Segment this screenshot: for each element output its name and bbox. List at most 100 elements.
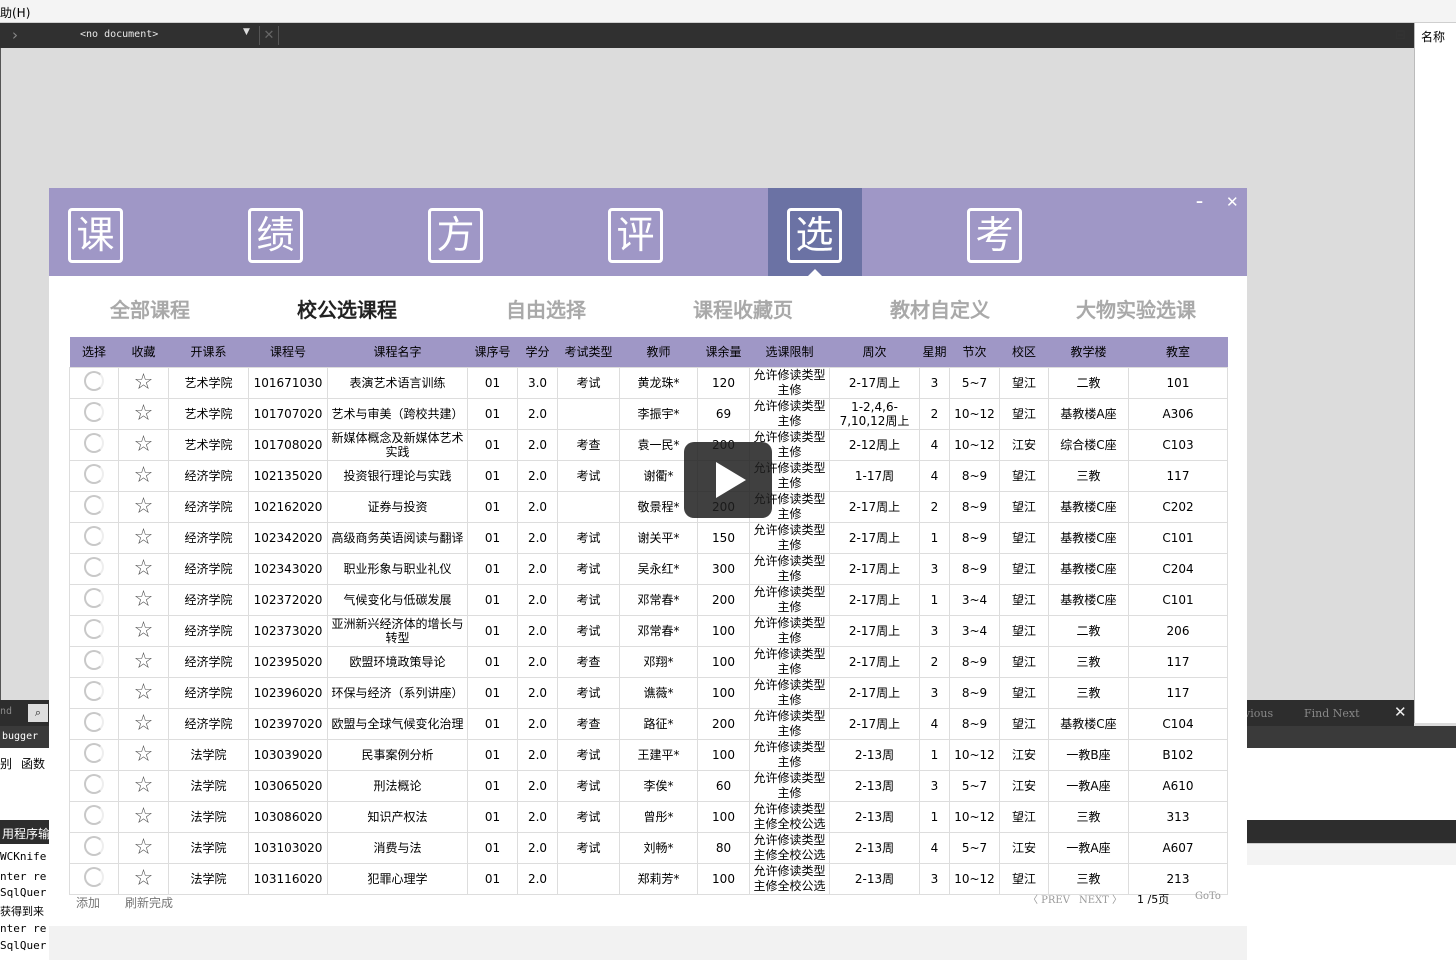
favorite-cell[interactable]: ☆	[118, 738, 169, 771]
table-row[interactable]: ☆ 法学院 103039020 民事案例分析 01 2.0 考试 王建平* 100 允许修读类型 …	[69, 738, 1228, 771]
favorite-cell[interactable]: ☆	[118, 707, 169, 740]
star-icon[interactable]: ☆	[134, 680, 154, 705]
table-row[interactable]: ☆ 经济学院 102342020 高级商务英语阅读与翻译 01 2.0 考试 谢关平* 150 允…	[69, 521, 1228, 554]
favorite-cell[interactable]: ☆	[118, 490, 169, 523]
star-icon[interactable]: ☆	[134, 556, 154, 581]
goto-button[interactable]: GoTo	[1195, 891, 1221, 902]
select-radio-icon[interactable]	[84, 371, 104, 391]
find-previous-button[interactable]: vious	[1244, 707, 1273, 720]
select-radio-icon[interactable]	[84, 495, 104, 515]
select-radio-icon[interactable]	[84, 743, 104, 763]
close-icon[interactable]: ✕	[1226, 193, 1239, 211]
tab-textbook[interactable]: 教材自定义	[890, 294, 990, 323]
select-cell[interactable]	[69, 397, 119, 430]
table-row[interactable]: ☆ 法学院 103065020 刑法概论 01 2.0 考试 李俟* 60 允许修读类型 主修 2-…	[69, 769, 1228, 802]
select-cell[interactable]	[69, 645, 119, 678]
nav-select[interactable]: 选	[768, 188, 862, 276]
select-cell[interactable]	[69, 521, 119, 554]
favorite-cell[interactable]: ☆	[118, 645, 169, 678]
tab-all-courses[interactable]: 全部课程	[110, 294, 190, 323]
table-row[interactable]: ☆ 经济学院 102343020 职业形象与职业礼仪 01 2.0 考试 吴永红* 300 允许修…	[69, 552, 1228, 585]
select-radio-icon[interactable]	[84, 464, 104, 484]
nav-courses[interactable]: 课	[49, 188, 143, 276]
tab-physics-lab[interactable]: 大物实验选课	[1076, 294, 1196, 323]
nav-exam[interactable]: 考	[948, 188, 1042, 276]
tab-bie[interactable]: 别	[0, 755, 12, 772]
find-next-button[interactable]: Find Next	[1304, 707, 1360, 720]
select-radio-icon[interactable]	[84, 433, 104, 453]
star-icon[interactable]: ☆	[134, 773, 154, 798]
table-row[interactable]: ☆ 艺术学院 101671030 表演艺术语言训练 01 3.0 考试 黄龙珠* 120 允许修读…	[69, 366, 1228, 399]
select-cell[interactable]	[69, 769, 119, 802]
menu-help[interactable]: 助(H)	[0, 4, 30, 21]
select-cell[interactable]	[69, 428, 119, 461]
table-row[interactable]: ☆ 经济学院 102373020 亚洲新兴经济体的增长与转型 01 2.0 考试 邓常春* 10…	[69, 614, 1228, 647]
select-radio-icon[interactable]	[84, 588, 104, 608]
favorite-cell[interactable]: ☆	[118, 428, 169, 461]
select-radio-icon[interactable]	[84, 774, 104, 794]
select-radio-icon[interactable]	[84, 805, 104, 825]
star-icon[interactable]: ☆	[134, 866, 154, 891]
split-view-icon[interactable]: ⊟	[1395, 28, 1406, 43]
select-radio-icon[interactable]	[84, 557, 104, 577]
tab-public-elective[interactable]: 校公选课程	[297, 294, 397, 323]
table-row[interactable]: ☆ 法学院 103103020 消费与法 01 2.0 考试 刘畅* 80 允许修读类型 主修全校…	[69, 831, 1228, 864]
favorite-cell[interactable]: ☆	[118, 366, 169, 399]
select-cell[interactable]	[69, 490, 119, 523]
star-icon[interactable]: ☆	[134, 649, 154, 674]
select-radio-icon[interactable]	[84, 619, 104, 639]
favorite-cell[interactable]: ☆	[118, 583, 169, 616]
favorite-cell[interactable]: ☆	[118, 397, 169, 430]
favorite-cell[interactable]: ☆	[118, 800, 169, 833]
search-icon[interactable]: ⌕	[28, 704, 48, 722]
table-row[interactable]: ☆ 法学院 103116020 犯罪心理学 01 2.0 郑莉芳* 100 允许修读类型 主修全…	[69, 862, 1228, 895]
table-row[interactable]: ☆ 经济学院 102372020 气候变化与低碳发展 01 2.0 考试 邓常春* 200 允许修…	[69, 583, 1228, 616]
star-icon[interactable]: ☆	[134, 432, 154, 457]
star-icon[interactable]: ☆	[134, 370, 154, 395]
star-icon[interactable]: ☆	[134, 463, 154, 488]
play-button[interactable]	[684, 442, 772, 518]
star-icon[interactable]: ☆	[134, 835, 154, 860]
select-radio-icon[interactable]	[84, 712, 104, 732]
star-icon[interactable]: ☆	[134, 711, 154, 736]
tab-functions[interactable]: 函数	[21, 755, 45, 772]
next-page-button[interactable]: NEXT 〉	[1079, 891, 1122, 906]
favorite-cell[interactable]: ☆	[118, 614, 169, 647]
table-row[interactable]: ☆ 经济学院 102395020 欧盟环境政策导论 01 2.0 考查 邓翔* 100 允许修读类…	[69, 645, 1228, 678]
document-selector[interactable]: <no document>	[80, 29, 158, 40]
favorite-cell[interactable]: ☆	[118, 521, 169, 554]
close-icon[interactable]: ✕	[1394, 703, 1407, 721]
select-cell[interactable]	[69, 583, 119, 616]
prev-page-button[interactable]: 〈 PREV	[1028, 891, 1070, 906]
page-current[interactable]: 1	[1137, 893, 1144, 906]
select-cell[interactable]	[69, 366, 119, 399]
table-row[interactable]: ☆ 经济学院 102397020 欧盟与全球气候变化治理 01 2.0 考查 路征* 200 允许…	[69, 707, 1228, 740]
table-row[interactable]: ☆ 经济学院 102396020 环保与经济（系列讲座） 01 2.0 考试 谯薇* 100 允许…	[69, 676, 1228, 709]
star-icon[interactable]: ☆	[134, 401, 154, 426]
favorite-cell[interactable]: ☆	[118, 831, 169, 864]
chevron-right-icon[interactable]: ›	[12, 26, 18, 44]
tab-favorites[interactable]: 课程收藏页	[693, 294, 793, 323]
table-row[interactable]: ☆艺术学院101708020新媒体概念及新媒体艺术实践012.0考查袁一民*20…	[69, 428, 1228, 461]
nav-plan[interactable]: 方	[409, 188, 503, 276]
chevron-down-icon[interactable]: ▼	[243, 27, 250, 37]
table-row[interactable]: ☆经济学院102162020证券与投资012.0敬景程*200允许修读类型 主修…	[69, 490, 1228, 523]
select-cell[interactable]	[69, 800, 119, 833]
table-row[interactable]: ☆ 法学院 103086020 知识产权法 01 2.0 考试 曾彤* 100 允许修读类型 主修…	[69, 800, 1228, 833]
close-document-icon[interactable]: ✕	[259, 26, 279, 45]
star-icon[interactable]: ☆	[134, 525, 154, 550]
star-icon[interactable]: ☆	[134, 494, 154, 519]
table-row[interactable]: ☆ 经济学院 102135020 投资银行理论与实践 01 2.0 考试 谢衢* 允许修读类型 …	[69, 459, 1228, 492]
favorite-cell[interactable]: ☆	[118, 676, 169, 709]
select-radio-icon[interactable]	[84, 836, 104, 856]
favorite-cell[interactable]: ☆	[118, 862, 169, 895]
favorite-cell[interactable]: ☆	[118, 769, 169, 802]
star-icon[interactable]: ☆	[134, 618, 154, 643]
star-icon[interactable]: ☆	[134, 804, 154, 829]
select-radio-icon[interactable]	[84, 650, 104, 670]
select-cell[interactable]	[69, 862, 119, 895]
nav-evaluate[interactable]: 评	[589, 188, 683, 276]
select-radio-icon[interactable]	[84, 402, 104, 422]
star-icon[interactable]: ☆	[134, 742, 154, 767]
select-cell[interactable]	[69, 552, 119, 585]
